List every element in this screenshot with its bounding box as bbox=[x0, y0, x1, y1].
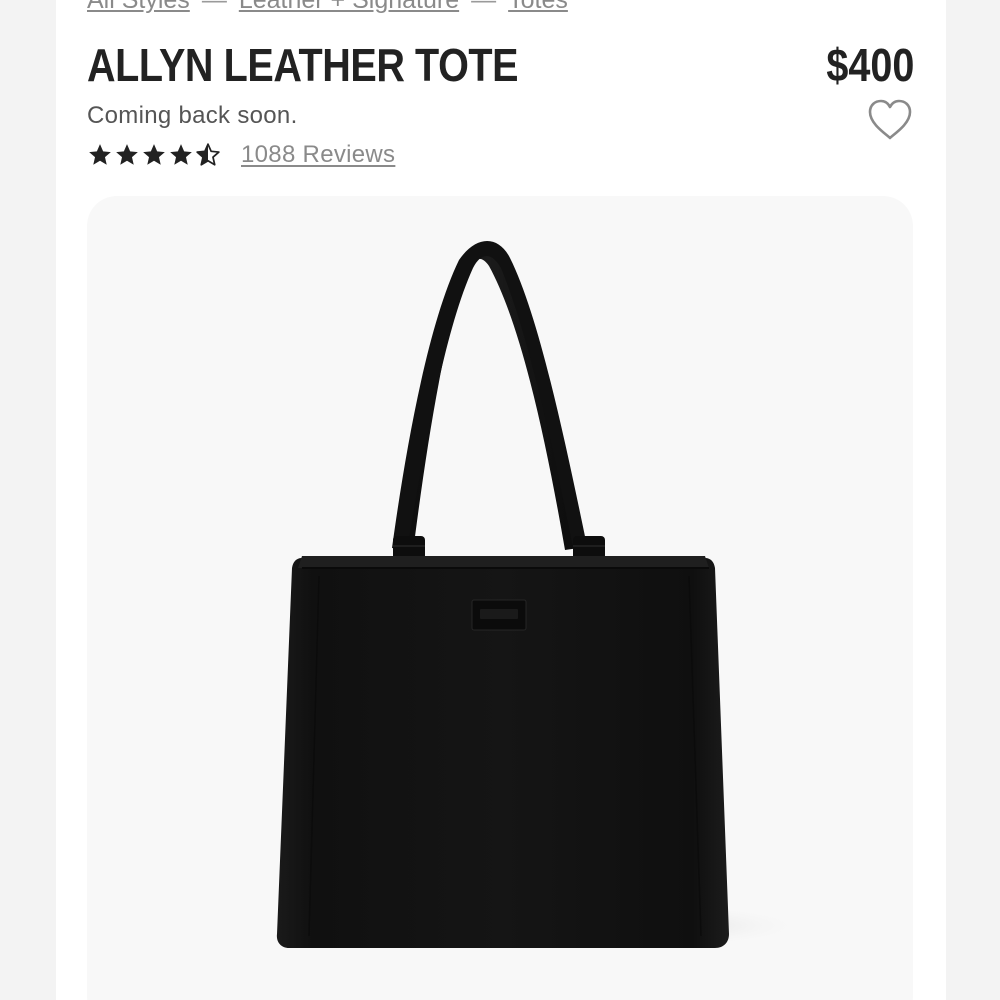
breadcrumb-separator: — bbox=[471, 0, 497, 14]
breadcrumb-leather-signature[interactable]: Leather + Signature bbox=[239, 0, 459, 14]
star-filled-icon bbox=[143, 144, 165, 165]
reviews-link[interactable]: 1088 Reviews bbox=[241, 141, 395, 169]
product-title: ALLYN LEATHER TOTE bbox=[87, 39, 519, 91]
rating-row: 1088 Reviews bbox=[87, 138, 395, 172]
wishlist-button[interactable] bbox=[866, 98, 914, 142]
availability-status: Coming back soon. bbox=[87, 102, 298, 129]
star-filled-icon bbox=[116, 144, 138, 165]
star-rating bbox=[87, 142, 221, 168]
product-page: All Styles — Leather + Signature — Totes ALL… bbox=[56, 0, 946, 1000]
heart-outline-icon bbox=[868, 99, 912, 140]
star-filled-icon bbox=[170, 144, 192, 165]
breadcrumb-separator: — bbox=[201, 0, 227, 14]
breadcrumb-all-styles[interactable]: All Styles bbox=[87, 0, 190, 14]
product-image-tote-bag bbox=[276, 241, 807, 948]
product-price: $400 bbox=[825, 39, 914, 91]
breadcrumb: All Styles — Leather + Signature — Totes bbox=[87, 0, 568, 15]
star-half-icon bbox=[196, 143, 220, 166]
breadcrumb-totes[interactable]: Totes bbox=[508, 0, 568, 14]
star-filled-icon bbox=[89, 144, 111, 165]
product-image-card[interactable] bbox=[87, 196, 913, 1000]
